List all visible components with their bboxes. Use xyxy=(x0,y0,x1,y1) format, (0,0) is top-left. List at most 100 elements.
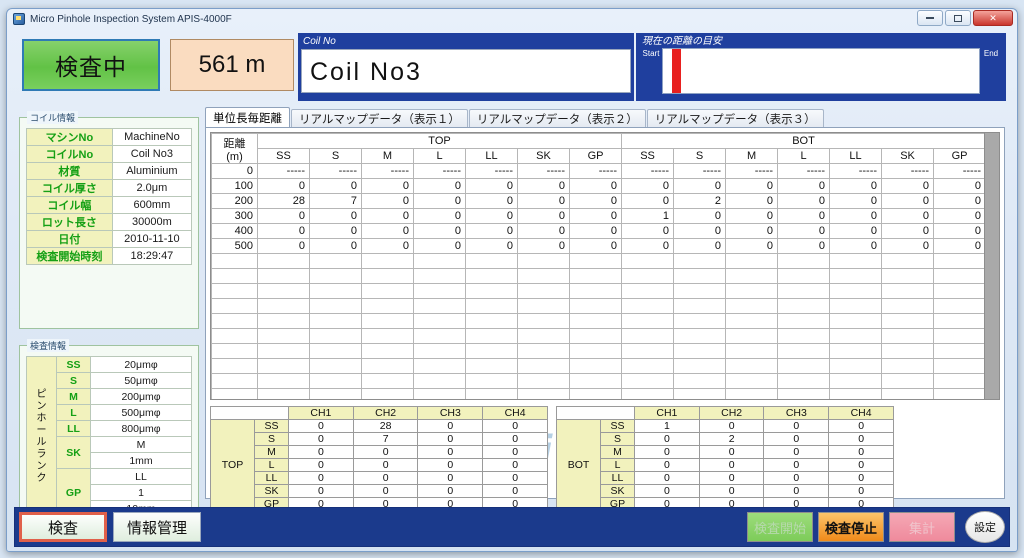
totalize-button[interactable]: 集計 xyxy=(889,512,955,542)
pinhole-rank-value: LL xyxy=(90,468,192,485)
grid-empty-cell-top xyxy=(465,268,518,284)
grid-empty-row[interactable] xyxy=(211,343,999,359)
summary-channel-header-CH4: CH4 xyxy=(482,406,548,420)
coil-info-table: マシンNo MachineNo コイルNo Coil No3 材質 Aluminium コイ… xyxy=(26,128,193,265)
summary-cell-bot-L-CH2: 0 xyxy=(698,458,765,472)
grid-empty-row[interactable] xyxy=(211,313,999,329)
grid-cell-top-SS: 0 xyxy=(257,238,310,254)
grid-empty-cell-bot xyxy=(881,373,935,389)
coil-info-value: 2010-11-10 xyxy=(111,230,193,248)
start-inspection-button[interactable]: 検査開始 xyxy=(747,512,813,542)
tab-2[interactable]: リアルマップデータ（表示２） xyxy=(468,109,646,128)
grid-empty-cell-bot xyxy=(829,388,883,399)
grid-cell-bot-SS: 0 xyxy=(621,223,675,239)
grid-subheader-bot-SS: SS xyxy=(621,148,675,164)
grid-empty-cell-bot xyxy=(933,253,987,269)
grid-subheader-bot-M: M xyxy=(725,148,779,164)
grid-cell-bot-S: 0 xyxy=(673,208,727,224)
settings-button[interactable]: 設定 xyxy=(965,511,1005,543)
grid-empty-cell-top xyxy=(465,283,518,299)
grid-empty-cell-top xyxy=(517,373,570,389)
grid-empty-cell-bot xyxy=(673,358,727,374)
maximize-button[interactable] xyxy=(945,10,971,26)
grid-data-row[interactable]: 100 0 0 0 0 0 0 0 0 0 0 0 0 0 0 xyxy=(211,178,999,194)
grid-empty-row[interactable] xyxy=(211,373,999,389)
grid-empty-row[interactable] xyxy=(211,388,999,399)
grid-cell-bot-GP: 0 xyxy=(933,223,987,239)
tab-3[interactable]: リアルマップデータ（表示３） xyxy=(646,109,824,128)
grid-cell-top-M: 0 xyxy=(361,208,414,224)
grid-cell-top-SK: 0 xyxy=(517,178,570,194)
grid-empty-cell-bot xyxy=(777,328,831,344)
grid-data-row[interactable]: 500 0 0 0 0 0 0 0 0 0 0 0 0 0 0 xyxy=(211,238,999,254)
grid-empty-cell-bot xyxy=(725,253,779,269)
grid-empty-row[interactable] xyxy=(211,298,999,314)
grid-empty-cell-top xyxy=(257,253,310,269)
grid-empty-cell-bot xyxy=(881,328,935,344)
summary-cell-bot-S-CH2: 2 xyxy=(698,432,765,446)
summary-cell-bot-M-CH2: 0 xyxy=(698,445,765,459)
grid-data-row[interactable]: 400 0 0 0 0 0 0 0 0 0 0 0 0 0 0 xyxy=(211,223,999,239)
grid-cell-top-L: 0 xyxy=(413,223,466,239)
grid-distance-header-line2: (m) xyxy=(226,150,243,163)
gauge-start-label: Start xyxy=(642,49,660,58)
summary-cell-top-M-CH3: 0 xyxy=(417,445,484,459)
grid-empty-row[interactable] xyxy=(211,358,999,374)
grid-empty-distance xyxy=(211,313,258,329)
grid-empty-cell-bot xyxy=(725,268,779,284)
stop-inspection-button[interactable]: 検査停止 xyxy=(818,512,884,542)
info-management-button[interactable]: 情報管理 xyxy=(113,512,201,542)
grid-empty-cell-top xyxy=(413,328,466,344)
grid-empty-row[interactable] xyxy=(211,283,999,299)
summary-row: LL 0 0 0 0 xyxy=(557,471,894,485)
pinhole-rank-label: SS xyxy=(56,356,91,373)
grid-empty-row[interactable] xyxy=(211,268,999,284)
pinhole-rank-row: ピンホールランク SS 20μmφ xyxy=(26,356,192,517)
pinhole-rank-value: 200μmφ xyxy=(90,388,192,405)
grid-cell-top-GP: 0 xyxy=(568,208,623,224)
inspect-mode-button[interactable]: 検査 xyxy=(19,512,107,542)
grid-vertical-scrollbar[interactable] xyxy=(984,132,1000,400)
tab-1[interactable]: リアルマップデータ（表示１） xyxy=(291,109,468,128)
coil-info-key: コイル厚さ xyxy=(26,179,113,197)
pinhole-rank-label: LL xyxy=(56,420,91,437)
summary-channel-header-CH2: CH2 xyxy=(352,406,419,420)
grid-cell-top-SS: 0 xyxy=(257,223,310,239)
summary-cell-top-L-CH4: 0 xyxy=(482,458,548,472)
grid-data-row[interactable]: 200 28 7 0 0 0 0 0 0 2 0 0 0 0 0 xyxy=(211,193,999,209)
grid-data-row[interactable]: 300 0 0 0 0 0 0 0 1 0 0 0 0 0 0 xyxy=(211,208,999,224)
minimize-button[interactable] xyxy=(917,10,943,26)
grid-cell-top-GP: 0 xyxy=(568,223,623,239)
grid-empty-distance xyxy=(211,343,258,359)
summary-cell-bot-M-CH3: 0 xyxy=(763,445,830,459)
grid-empty-cell-top xyxy=(257,328,310,344)
tab-0[interactable]: 単位長毎距離 xyxy=(205,107,290,128)
grid-empty-cell-top xyxy=(465,343,518,359)
coil-info-value: 2.0μm xyxy=(111,179,193,197)
grid-empty-row[interactable] xyxy=(211,328,999,344)
grid-empty-cell-bot xyxy=(881,358,935,374)
grid-empty-distance xyxy=(211,328,258,344)
inspection-info-panel: 検査情報 ピンホールランク SS 20μmφ S 50μmφ M 200μmφ L 500μmφ… xyxy=(19,339,199,523)
summary-rank-label-SS: SS xyxy=(599,419,636,433)
summary-cell-top-SK-CH2: 0 xyxy=(352,484,419,498)
summary-cell-bot-SS-CH1: 1 xyxy=(634,419,700,433)
summary-row: L0000 xyxy=(557,458,894,472)
distance-gauge-group: 現在の距離の目安 Start End xyxy=(636,33,1006,101)
grid-empty-distance xyxy=(211,388,258,399)
application-window: Micro Pinhole Inspection System APIS-400… xyxy=(6,8,1018,552)
grid-empty-row[interactable] xyxy=(211,253,999,269)
grid-empty-cell-top xyxy=(413,283,466,299)
close-button[interactable]: ✕ xyxy=(973,10,1013,26)
grid-empty-cell-bot xyxy=(673,343,727,359)
summary-cell-top-M-CH1: 0 xyxy=(288,445,354,459)
grid-data-row[interactable]: 0 ----- ----- ----- ----- ----- ----- ----- ----… xyxy=(211,163,999,179)
grid-cell-bot-S: 0 xyxy=(673,223,727,239)
grid-empty-distance xyxy=(211,253,258,269)
grid-empty-cell-top xyxy=(413,373,466,389)
grid-empty-cell-bot xyxy=(725,373,779,389)
tab-strip: 単位長毎距離 リアルマップデータ（表示１） リアルマップデータ（表示２） リアルマップ… xyxy=(205,107,1005,128)
grid-cell-top-LL: ----- xyxy=(465,163,518,179)
coil-no-input[interactable]: Coil No3 xyxy=(301,49,631,93)
coil-info-key: 日付 xyxy=(26,230,113,248)
